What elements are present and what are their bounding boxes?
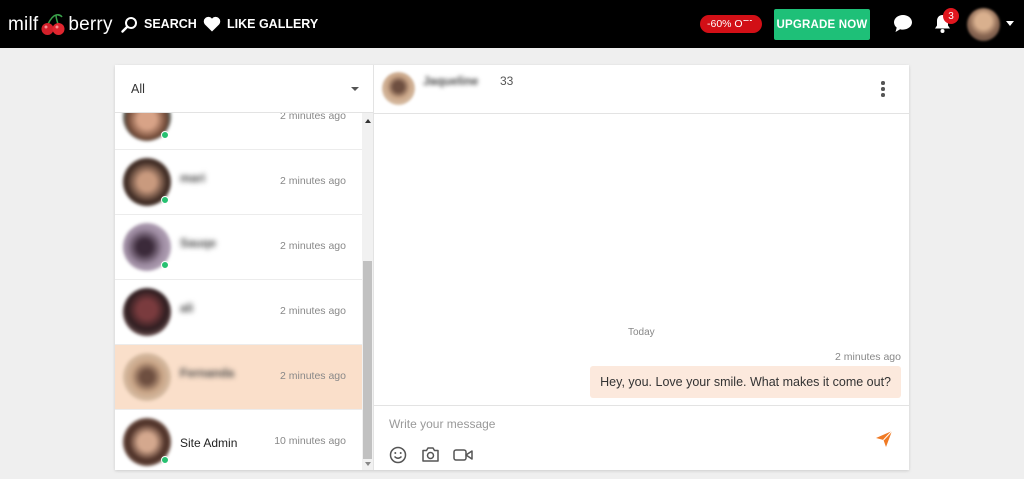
- search-icon: [121, 16, 137, 33]
- heart-icon: [203, 16, 221, 32]
- conversation-name: ali: [180, 301, 194, 315]
- avatar: [123, 288, 171, 336]
- day-separator: Today: [628, 327, 655, 338]
- user-avatar[interactable]: [967, 8, 1000, 41]
- top-bar: milf berry SEARCH LIKE GALLERY -60% OFF: [0, 0, 1024, 48]
- conversation-item[interactable]: Sauqe 2 minutes ago: [115, 215, 362, 280]
- like-gallery-link[interactable]: LIKE GALLERY: [203, 14, 318, 34]
- scroll-down-icon[interactable]: [365, 462, 371, 466]
- filter-selected-value: All: [131, 82, 145, 96]
- caret-down-icon: [351, 87, 359, 91]
- conversation-item[interactable]: Site Admin 10 minutes ago: [115, 410, 362, 470]
- conversation-list: 2 minutes ago mari 2 minutes ago Sauqe 2…: [115, 113, 362, 470]
- chat-header: Jaqueline 33: [374, 65, 909, 114]
- conversation-name: Site Admin: [180, 436, 238, 450]
- conversation-name: mari: [180, 171, 206, 185]
- more-options-icon[interactable]: [881, 81, 885, 97]
- logo-text-left: milf: [8, 14, 39, 35]
- conversation-time: 2 minutes ago: [280, 175, 346, 187]
- conversation-sidebar: All 2 minutes ago mari 2 minutes ago Sau…: [115, 65, 374, 470]
- chat-partner-age: 33: [500, 74, 514, 88]
- conversation-name: Sauqe: [180, 236, 217, 250]
- search-link[interactable]: SEARCH: [121, 14, 197, 34]
- conversation-time: 10 minutes ago: [274, 435, 346, 447]
- conversation-scrollbar[interactable]: [362, 113, 373, 470]
- chat-partner-avatar[interactable]: [382, 72, 415, 105]
- like-gallery-label: LIKE GALLERY: [227, 17, 319, 31]
- conversation-time: 2 minutes ago: [280, 370, 346, 382]
- online-indicator: [161, 196, 169, 204]
- notification-badge: 3: [943, 8, 959, 24]
- scrollbar-thumb[interactable]: [363, 261, 372, 459]
- chat-area: Jaqueline 33 Today 2 minutes ago Hey, yo…: [374, 65, 909, 470]
- conversation-item[interactable]: 2 minutes ago: [115, 113, 362, 150]
- online-indicator: [161, 261, 169, 269]
- logo-text-right: berry: [68, 14, 113, 35]
- message-time: 2 minutes ago: [835, 351, 901, 363]
- conversation-item[interactable]: mari 2 minutes ago: [115, 150, 362, 215]
- message-composer: [374, 405, 909, 470]
- message-input[interactable]: [389, 415, 849, 433]
- avatar: [123, 353, 171, 401]
- message-bubble-outgoing: Hey, you. Love your smile. What makes it…: [590, 366, 901, 398]
- chevron-down-icon[interactable]: [1006, 21, 1014, 26]
- send-icon[interactable]: [875, 430, 893, 448]
- emoji-icon[interactable]: [389, 446, 407, 464]
- conversation-name: Fernanda: [180, 366, 235, 380]
- conversation-time: 2 minutes ago: [280, 113, 346, 122]
- conversation-item-active[interactable]: Fernanda 2 minutes ago: [115, 345, 362, 410]
- camera-icon[interactable]: [421, 446, 440, 463]
- conversation-time: 2 minutes ago: [280, 240, 346, 252]
- chat-bubble-icon[interactable]: [893, 14, 913, 33]
- online-indicator: [161, 131, 169, 139]
- search-label: SEARCH: [144, 17, 197, 31]
- arrow-right-icon: [742, 15, 762, 33]
- site-logo[interactable]: milf berry: [8, 12, 113, 38]
- conversation-time: 2 minutes ago: [280, 305, 346, 317]
- video-camera-icon[interactable]: [453, 448, 473, 462]
- cherry-icon: [40, 14, 66, 36]
- conversation-filter-select[interactable]: All: [115, 65, 373, 113]
- scroll-up-icon[interactable]: [365, 119, 371, 123]
- conversation-item[interactable]: ali 2 minutes ago: [115, 280, 362, 345]
- messenger-panel: All 2 minutes ago mari 2 minutes ago Sau…: [115, 65, 909, 470]
- online-indicator: [161, 456, 169, 464]
- chat-partner-name[interactable]: Jaqueline: [423, 74, 478, 88]
- upgrade-now-button[interactable]: UPGRADE NOW: [774, 9, 870, 40]
